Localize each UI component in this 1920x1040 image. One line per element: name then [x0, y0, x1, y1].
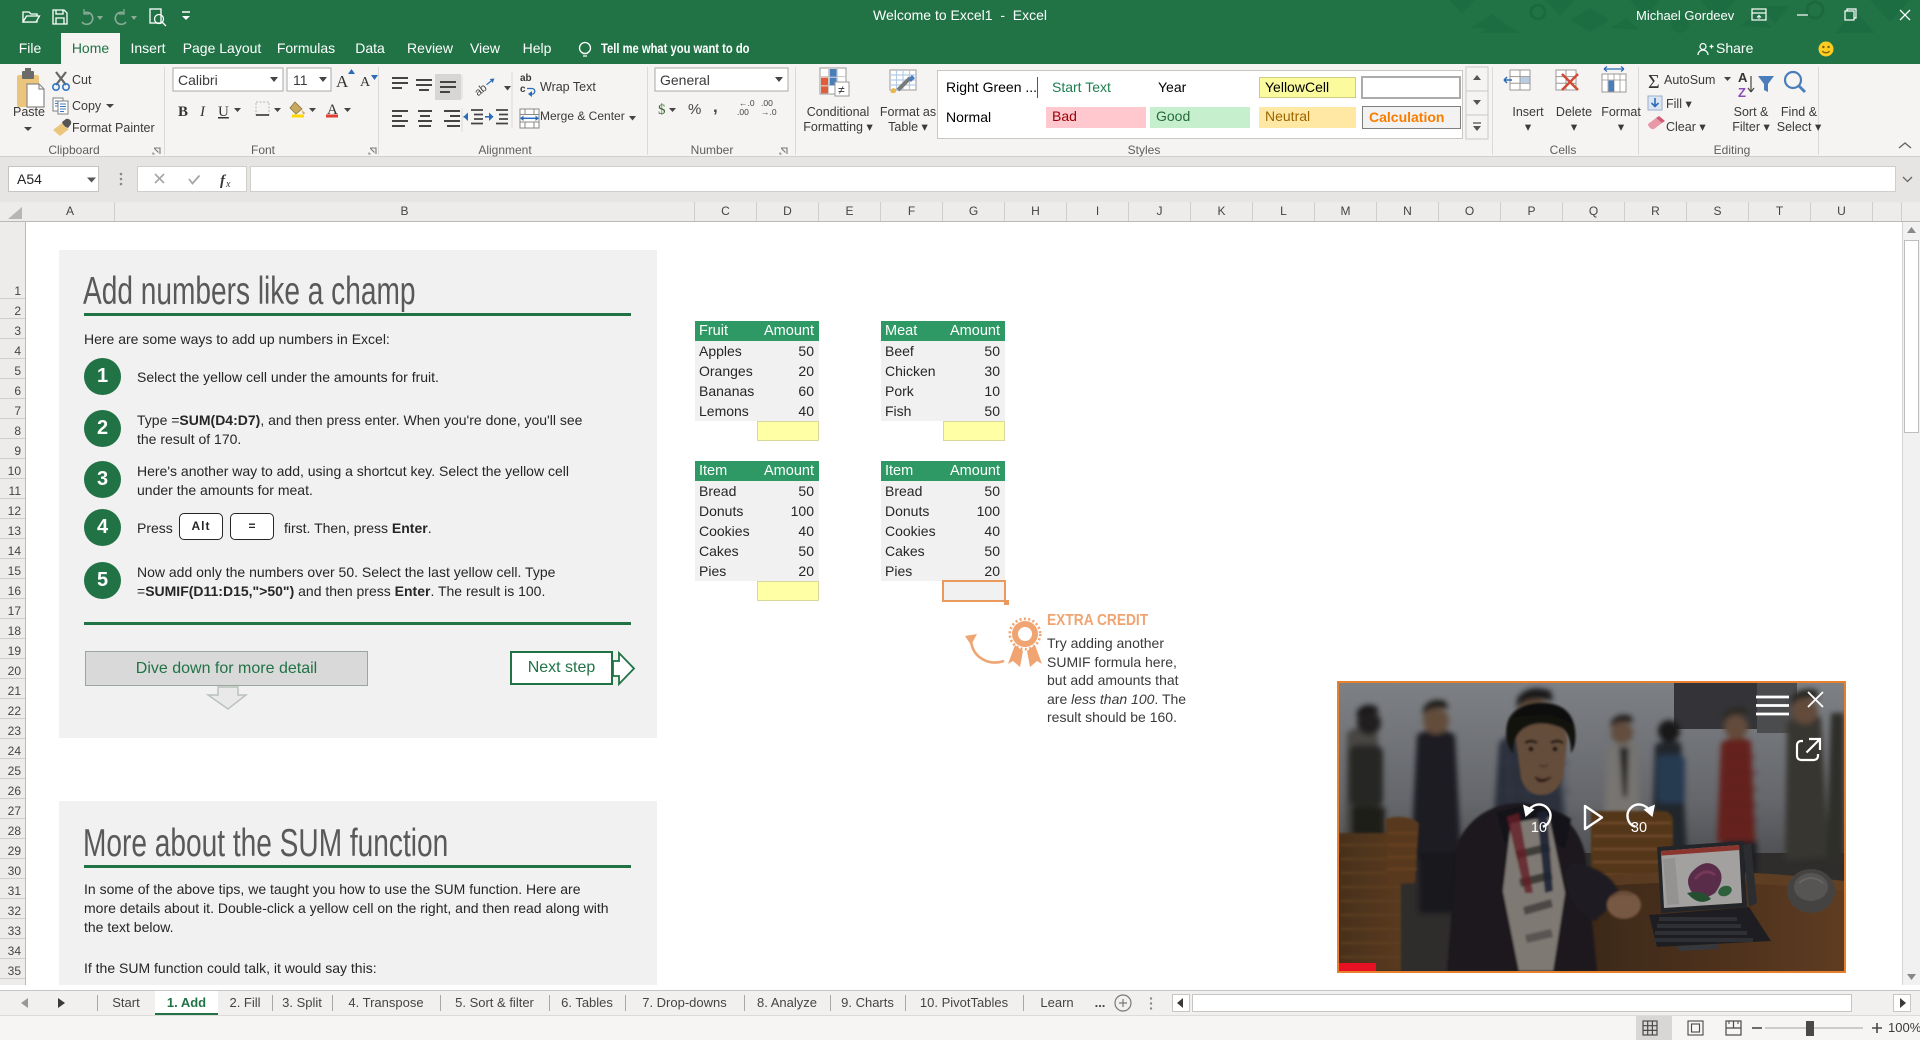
svg-text:U: U	[218, 104, 229, 120]
svg-text:A: A	[360, 75, 371, 90]
svg-text:.00: .00	[737, 107, 749, 117]
svg-text:ab: ab	[520, 73, 532, 84]
svg-text:Z: Z	[1738, 85, 1746, 100]
svg-text:$: $	[658, 102, 666, 118]
svg-text:x: x	[225, 179, 231, 190]
svg-text:≠: ≠	[838, 83, 845, 97]
svg-text:Σ: Σ	[1648, 71, 1660, 93]
svg-text:I: I	[199, 104, 206, 120]
svg-text:A: A	[336, 72, 349, 91]
svg-text:30: 30	[1631, 820, 1647, 836]
svg-text:%: %	[688, 101, 701, 118]
svg-text:B: B	[178, 104, 188, 120]
svg-text:,: ,	[713, 97, 718, 116]
svg-text:c: c	[520, 84, 526, 95]
svg-text:A: A	[1738, 70, 1748, 85]
svg-text:→.0: →.0	[761, 107, 777, 117]
svg-text:10: 10	[1531, 820, 1547, 836]
